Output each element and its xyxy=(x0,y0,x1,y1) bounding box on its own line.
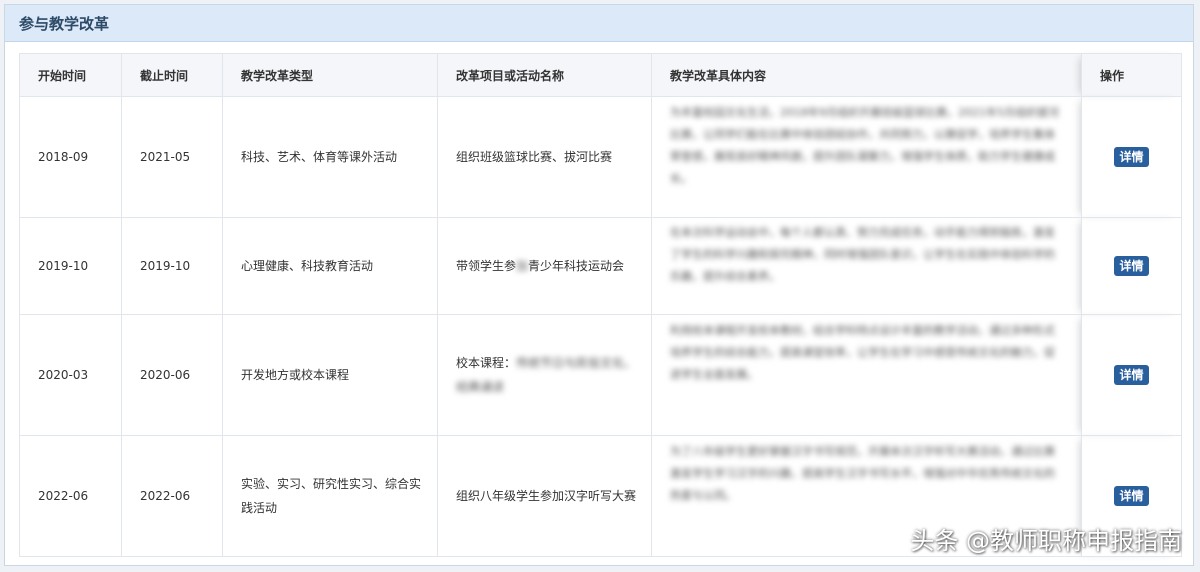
cell-end-time: 2022-06 xyxy=(121,435,223,557)
teaching-reform-panel: 参与教学改革 开始时间 截止时间 教学改革类型 改革项目或活动名称 教学改革具体… xyxy=(4,4,1194,566)
project-name-prefix: 校本课程： xyxy=(456,356,517,370)
reform-content-text: 利用校本课程开发校本教材，结合学科特点设计丰富的教学活动，通过多种形式培养学生的… xyxy=(670,324,1055,381)
table-header-row: 开始时间 截止时间 教学改革类型 改革项目或活动名称 教学改革具体内容 操作 xyxy=(19,53,1182,97)
panel-title: 参与教学改革 xyxy=(19,14,110,33)
cell-start-time: 2018-09 xyxy=(19,96,122,218)
header-start-time: 开始时间 xyxy=(19,53,122,97)
header-end-time: 截止时间 xyxy=(121,53,223,97)
header-reform-content: 教学改革具体内容 xyxy=(651,53,1082,97)
cell-reform-content: 利用校本课程开发校本教材，结合学科特点设计丰富的教学活动，通过多种形式培养学生的… xyxy=(651,314,1082,436)
project-name-part: 青少年科技运动会 xyxy=(528,259,625,273)
cell-end-time: 2021-05 xyxy=(121,96,223,218)
details-button[interactable]: 详情 xyxy=(1114,256,1149,276)
table-row: 2020-03 2020-06 开发地方或校本课程 校本课程：传统节日与民俗文化… xyxy=(19,314,1182,436)
reform-content-text: 在本次科学运动会中，每个人都认真、努力完成任务，动手能力得到锻炼，激发了学生的科… xyxy=(670,226,1055,283)
cell-operation: 详情 xyxy=(1081,217,1182,315)
reform-content-text: 为丰富校园文化生活，2018年9月组织开展班级篮球比赛，2021年5月组织拔河比… xyxy=(670,106,1059,185)
panel-header: 参与教学改革 xyxy=(5,5,1193,42)
cell-reform-type: 心理健康、科技教育活动 xyxy=(222,217,438,315)
cell-start-time: 2022-06 xyxy=(19,435,122,557)
header-project-name: 改革项目或活动名称 xyxy=(437,53,652,97)
cell-end-time: 2019-10 xyxy=(121,217,223,315)
cell-reform-type: 实验、实习、研究性实习、综合实践活动 xyxy=(222,435,438,557)
cell-operation: 详情 xyxy=(1081,96,1182,218)
cell-reform-content: 在本次科学运动会中，每个人都认真、努力完成任务，动手能力得到锻炼，激发了学生的科… xyxy=(651,217,1082,315)
table-row: 2019-10 2019-10 心理健康、科技教育活动 带领学生参加青少年科技运… xyxy=(19,217,1182,315)
reform-table: 开始时间 截止时间 教学改革类型 改革项目或活动名称 教学改革具体内容 操作 2… xyxy=(19,53,1182,557)
header-operation: 操作 xyxy=(1081,53,1182,97)
cell-project-name: 校本课程：传统节日与民俗文化、经典诵读 xyxy=(437,314,652,436)
cell-operation: 详情 xyxy=(1081,314,1182,436)
reform-table-container: 开始时间 截止时间 教学改革类型 改革项目或活动名称 教学改革具体内容 操作 2… xyxy=(19,53,1182,557)
cell-end-time: 2020-06 xyxy=(121,314,223,436)
project-name-part: 带领学生参 xyxy=(456,259,517,273)
details-button[interactable]: 详情 xyxy=(1114,365,1149,385)
details-button[interactable]: 详情 xyxy=(1114,147,1149,167)
cell-reform-type: 科技、艺术、体育等课外活动 xyxy=(222,96,438,218)
cell-start-time: 2020-03 xyxy=(19,314,122,436)
cell-project-name: 组织八年级学生参加汉字听写大赛 xyxy=(437,435,652,557)
cell-reform-type: 开发地方或校本课程 xyxy=(222,314,438,436)
cell-reform-content: 为丰富校园文化生活，2018年9月组织开展班级篮球比赛，2021年5月组织拔河比… xyxy=(651,96,1082,218)
watermark-text: 头条 @教师职称申报指南 xyxy=(910,527,1182,555)
cell-project-name: 带领学生参加青少年科技运动会 xyxy=(437,217,652,315)
header-reform-type: 教学改革类型 xyxy=(222,53,438,97)
cell-start-time: 2019-10 xyxy=(19,217,122,315)
table-row: 2018-09 2021-05 科技、艺术、体育等课外活动 组织班级篮球比赛、拔… xyxy=(19,96,1182,218)
project-name-redacted: 加 xyxy=(516,259,529,273)
cell-project-name: 组织班级篮球比赛、拔河比赛 xyxy=(437,96,652,218)
details-button[interactable]: 详情 xyxy=(1114,486,1149,506)
